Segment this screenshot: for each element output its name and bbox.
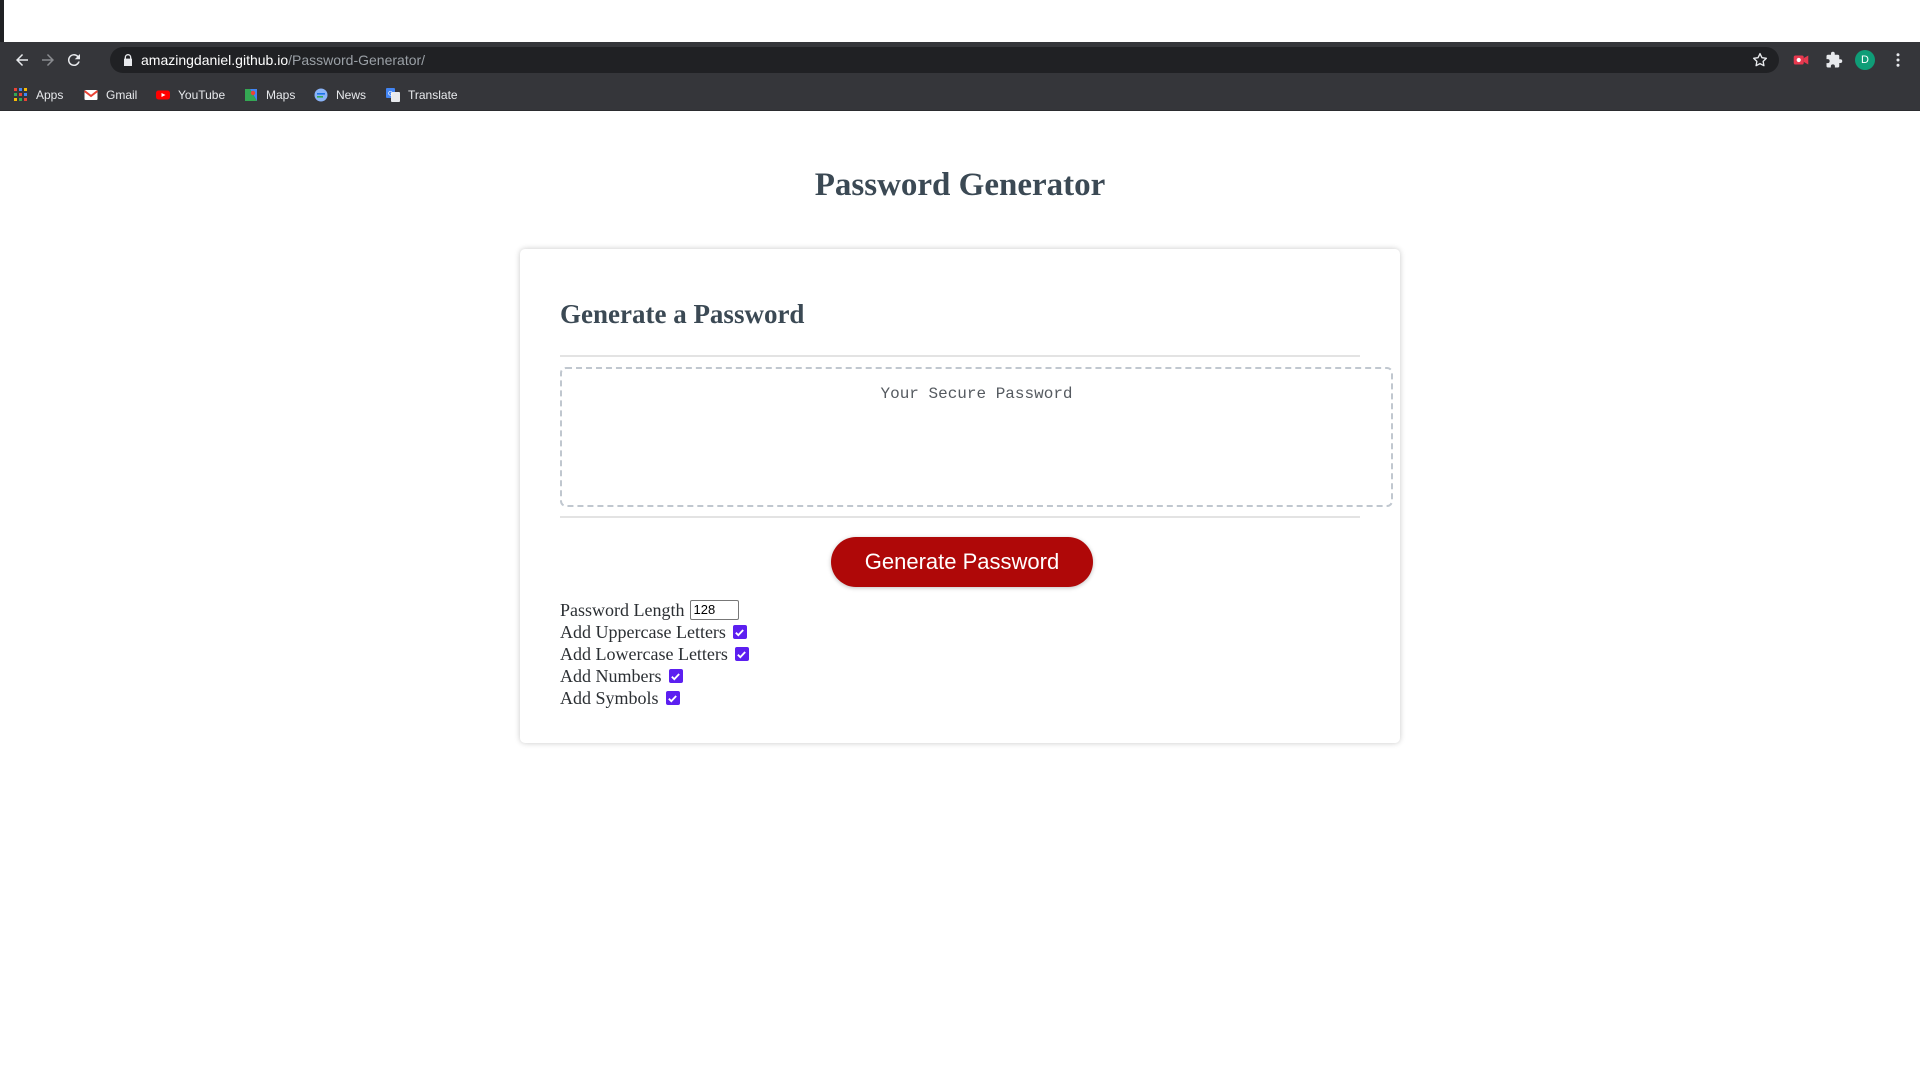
- bookmark-label: News: [336, 88, 367, 102]
- generator-card: Generate a Password Your Secure Password…: [520, 249, 1400, 743]
- option-label: Password Length: [560, 599, 685, 620]
- youtube-icon: [156, 88, 170, 102]
- maps-icon: [244, 88, 258, 102]
- option-label: Add Numbers: [560, 665, 662, 686]
- uppercase-checkbox[interactable]: [732, 625, 747, 639]
- bookmark-news[interactable]: News: [314, 85, 366, 105]
- url-text: amazingdaniel.github.io/Password-Generat…: [141, 52, 425, 68]
- url-path: /Password-Generator/: [288, 52, 426, 68]
- lowercase-checkbox[interactable]: [734, 647, 749, 661]
- bookmark-label: Apps: [36, 88, 64, 102]
- option-label: Add Lowercase Letters: [560, 643, 728, 664]
- bookmark-gmail[interactable]: Gmail: [83, 85, 138, 105]
- option-password-length: Password Length 128: [560, 599, 739, 621]
- screen-recorder-extension-icon[interactable]: [1790, 49, 1812, 71]
- option-numbers: Add Numbers: [560, 665, 683, 687]
- bookmark-label: Gmail: [106, 88, 138, 102]
- reload-button[interactable]: [62, 48, 86, 72]
- bookmark-label: Translate: [408, 88, 458, 102]
- option-lowercase: Add Lowercase Letters: [560, 643, 749, 665]
- browser-menu-icon[interactable]: [1888, 50, 1908, 70]
- bookmark-maps[interactable]: Maps: [244, 85, 295, 105]
- bookmark-translate[interactable]: G Translate: [386, 85, 458, 105]
- numbers-checkbox[interactable]: [668, 669, 683, 683]
- gmail-icon: [83, 88, 99, 102]
- password-length-input[interactable]: 128: [689, 600, 739, 620]
- password-placeholder: Your Secure Password: [880, 385, 1073, 403]
- bookmark-label: YouTube: [178, 88, 226, 102]
- generate-password-button[interactable]: Generate Password: [831, 537, 1093, 587]
- checkmark-icon: [737, 650, 747, 658]
- bookmark-apps[interactable]: Apps: [14, 85, 63, 105]
- apps-grid-icon: [14, 88, 28, 102]
- checkmark-icon: [671, 672, 680, 680]
- card-title: Generate a Password: [560, 299, 805, 329]
- reload-icon: [67, 54, 80, 67]
- bookmark-star-icon[interactable]: [1751, 51, 1769, 69]
- card-divider-top: [560, 355, 1360, 357]
- page-content: Password Generator Generate a Password Y…: [0, 111, 1920, 1080]
- bookmark-youtube[interactable]: YouTube: [156, 85, 225, 105]
- extensions-puzzle-icon[interactable]: [1823, 49, 1845, 71]
- back-arrow-icon: [16, 54, 28, 66]
- url-host: amazingdaniel.github.io: [141, 52, 289, 68]
- checkmark-icon: [735, 628, 745, 636]
- news-icon: [314, 88, 328, 102]
- back-button[interactable]: [10, 48, 34, 72]
- svg-text:G: G: [388, 91, 393, 98]
- option-uppercase: Add Uppercase Letters: [560, 621, 747, 643]
- symbols-checkbox[interactable]: [665, 691, 680, 705]
- page-title: Password Generator: [814, 167, 1106, 203]
- bookmarks-bar: Apps Gmail YouTube Maps News G Translate: [0, 78, 1920, 111]
- tab-strip: [0, 0, 1920, 42]
- bookmark-label: Maps: [266, 88, 296, 102]
- password-output[interactable]: Your Secure Password: [560, 367, 1393, 507]
- option-label: Add Symbols: [560, 687, 659, 708]
- address-bar[interactable]: amazingdaniel.github.io/Password-Generat…: [110, 47, 1779, 73]
- browser-toolbar: amazingdaniel.github.io/Password-Generat…: [0, 42, 1920, 78]
- checkmark-icon: [668, 694, 677, 702]
- option-label: Add Uppercase Letters: [560, 621, 726, 642]
- card-divider-bottom: [560, 516, 1360, 518]
- option-symbols: Add Symbols: [560, 687, 680, 709]
- profile-avatar[interactable]: D: [1855, 50, 1875, 70]
- forward-button[interactable]: [36, 48, 60, 72]
- forward-arrow-icon: [42, 54, 54, 66]
- lock-icon: [124, 54, 132, 66]
- tab-strip-edge: [0, 0, 4, 42]
- translate-icon: G: [386, 88, 400, 102]
